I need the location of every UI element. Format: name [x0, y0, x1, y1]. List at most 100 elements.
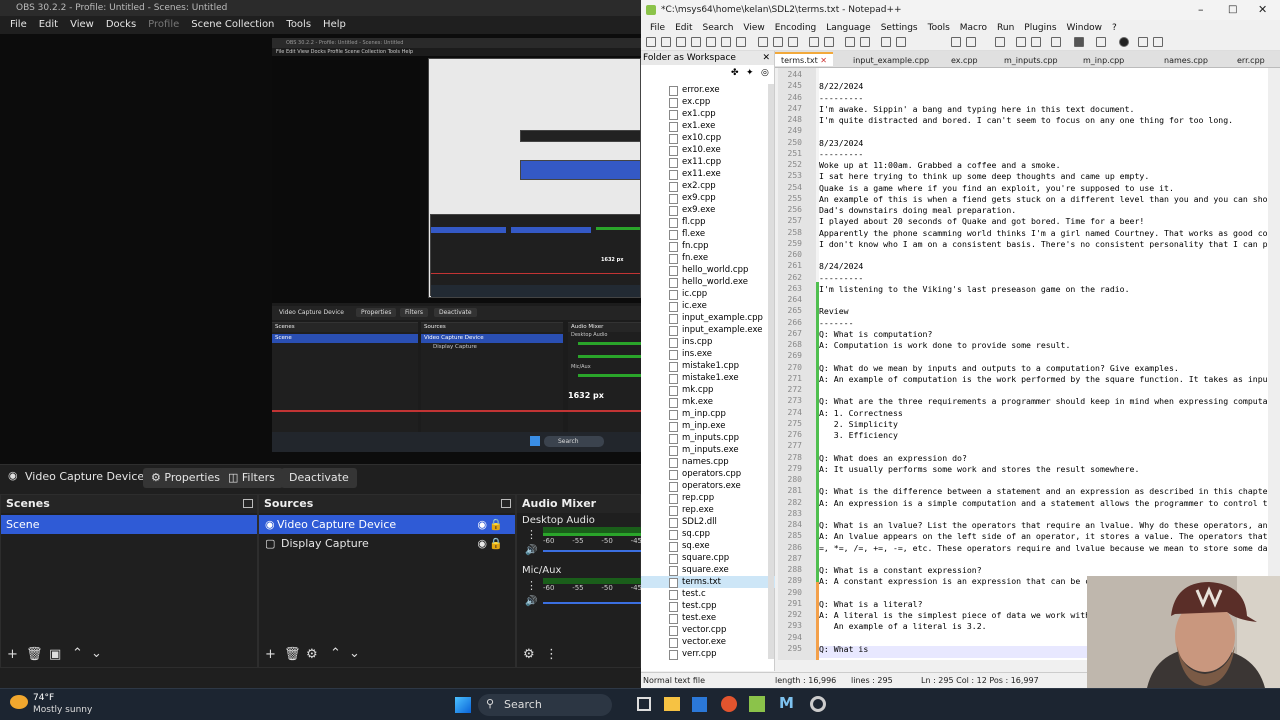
editor-line[interactable]: A: An example of computation is the work…: [819, 374, 1273, 384]
mic-volume-slider[interactable]: [543, 602, 641, 604]
editor-line[interactable]: A: An expression is a simple computation…: [819, 498, 1277, 508]
add-scene-icon[interactable]: +: [7, 647, 18, 662]
save-all-icon[interactable]: [691, 37, 701, 47]
menu-edit[interactable]: Edit: [33, 16, 64, 34]
tab-m-inputs[interactable]: m_inputs.cpp: [1004, 54, 1058, 68]
file-tree-item[interactable]: operators.cpp: [641, 468, 775, 480]
editor-line[interactable]: Q: What is an lvalue? List the operators…: [819, 520, 1273, 530]
cut-icon[interactable]: [758, 37, 768, 47]
file-tree-item[interactable]: mk.exe: [641, 396, 775, 408]
file-tree-item[interactable]: terms.txt: [641, 576, 775, 588]
file-tree-item[interactable]: operators.exe: [641, 480, 775, 492]
file-tree-item[interactable]: test.c: [641, 588, 775, 600]
file-tree-item[interactable]: sq.exe: [641, 540, 775, 552]
scene-filters-icon[interactable]: ▣: [49, 647, 61, 662]
properties-button[interactable]: ⚙ Properties: [143, 468, 228, 488]
editor-line[interactable]: A: An lvalue appears on the left side of…: [819, 531, 1277, 541]
kebab-menu-icon[interactable]: ⋮: [526, 528, 537, 541]
editor-line[interactable]: ---------: [819, 273, 863, 283]
file-tree-item[interactable]: vector.exe: [641, 636, 775, 648]
function-list-icon[interactable]: [1051, 37, 1061, 47]
open-file-icon[interactable]: [661, 37, 671, 47]
doc-map-icon[interactable]: [1031, 37, 1041, 47]
file-tree-item[interactable]: mistake1.cpp: [641, 360, 775, 372]
source-item-display-capture[interactable]: ▢ Display Capture ◉ 🔒: [259, 534, 515, 554]
indent-guide-icon[interactable]: [995, 37, 1005, 47]
close-icon[interactable]: ✕: [820, 56, 827, 65]
wrap-icon[interactable]: [951, 37, 961, 47]
tab-m-inp[interactable]: m_inp.cpp: [1083, 54, 1124, 68]
file-tree-item[interactable]: hello_world.cpp: [641, 264, 775, 276]
file-tree-item[interactable]: square.cpp: [641, 552, 775, 564]
file-tree-item[interactable]: square.exe: [641, 564, 775, 576]
gear-icon[interactable]: ⚙: [523, 647, 535, 662]
file-tree-item[interactable]: ex11.cpp: [641, 156, 775, 168]
task-view-icon[interactable]: [637, 697, 651, 711]
editor-line[interactable]: Q: What is computation?: [819, 329, 932, 339]
editor-line[interactable]: -------: [819, 318, 854, 328]
file-tree-item[interactable]: ic.cpp: [641, 288, 775, 300]
menu-docks[interactable]: Docks: [100, 16, 142, 34]
file-tree-scrollbar[interactable]: [768, 84, 774, 659]
visibility-eye-icon[interactable]: ◉: [477, 534, 487, 554]
file-tree-item[interactable]: verr.cpp: [641, 648, 775, 660]
editor-line[interactable]: Quake is a game where if you find an exp…: [819, 183, 1174, 193]
obs-icon[interactable]: [810, 696, 826, 712]
editor-line[interactable]: I'm quite distracted and bored. I can't …: [819, 115, 1233, 125]
file-tree-item[interactable]: ex9.exe: [641, 204, 775, 216]
menu-profile[interactable]: Profile: [142, 16, 185, 34]
file-tree-item[interactable]: test.cpp: [641, 600, 775, 612]
file-tree-item[interactable]: hello_world.exe: [641, 276, 775, 288]
lock-icon[interactable]: 🔒: [489, 515, 503, 534]
remove-source-icon[interactable]: 🗑: [284, 647, 301, 662]
editor-line[interactable]: I played about 20 seconds of Quake and g…: [819, 216, 1144, 226]
file-tree-item[interactable]: fl.cpp: [641, 216, 775, 228]
deactivate-button[interactable]: Deactivate: [281, 468, 357, 488]
file-explorer-icon[interactable]: [664, 697, 680, 711]
move-down-icon[interactable]: ⌄: [349, 646, 360, 661]
source-item-video-capture[interactable]: ◉ Video Capture Device ◉ 🔒: [259, 515, 515, 534]
zoom-out-icon[interactable]: [896, 37, 906, 47]
locate-file-icon[interactable]: ◎: [761, 68, 769, 78]
menu-scene-collection[interactable]: Scene Collection: [185, 16, 280, 34]
editor-scrollbar[interactable]: [1268, 68, 1280, 660]
file-tree-item[interactable]: input_example.cpp: [641, 312, 775, 324]
editor-line[interactable]: Q: What is a constant expression?: [819, 565, 982, 575]
editor-line[interactable]: I'm awake. Sippin' a bang and typing her…: [819, 104, 1134, 114]
editor-line[interactable]: 8/23/2024: [819, 138, 863, 148]
editor-line[interactable]: 8/24/2024: [819, 261, 863, 271]
speaker-icon[interactable]: 🔊: [525, 545, 537, 556]
file-tree-item[interactable]: m_inp.exe: [641, 420, 775, 432]
close-all-icon[interactable]: [721, 37, 731, 47]
file-tree-item[interactable]: rep.cpp: [641, 492, 775, 504]
file-tree-item[interactable]: m_inputs.exe: [641, 444, 775, 456]
firefox-icon[interactable]: [721, 696, 737, 712]
kebab-menu-icon[interactable]: ⋮: [545, 647, 558, 662]
file-tree-item[interactable]: mistake1.exe: [641, 372, 775, 384]
stop-macro-icon[interactable]: [1138, 37, 1148, 47]
source-properties-icon[interactable]: ⚙: [306, 647, 318, 662]
fold-all-icon[interactable]: ✦: [746, 68, 754, 78]
editor-line[interactable]: Q: What is a literal?: [819, 599, 923, 609]
maximize-icon[interactable]: □: [1228, 0, 1237, 20]
close-file-icon[interactable]: [706, 37, 716, 47]
file-tree-item[interactable]: rep.exe: [641, 504, 775, 516]
undock-icon[interactable]: [243, 499, 253, 508]
lock-icon[interactable]: 🔒: [489, 534, 503, 554]
file-tree-item[interactable]: ex9.cpp: [641, 192, 775, 204]
menu-help[interactable]: Help: [317, 16, 352, 34]
text-editor[interactable]: 244 245 8/22/2024 246 --------- 247 I'm awake.…: [778, 68, 1280, 660]
editor-line[interactable]: Q: What are the three requirements a pro…: [819, 396, 1277, 406]
unfold-all-icon[interactable]: ✤: [731, 68, 739, 78]
file-tree-item[interactable]: ex10.exe: [641, 144, 775, 156]
file-tree-item[interactable]: error.exe: [641, 84, 775, 96]
find-icon[interactable]: [845, 37, 855, 47]
save-icon[interactable]: [676, 37, 686, 47]
tab-names[interactable]: names.cpp: [1164, 54, 1208, 68]
editor-line[interactable]: ---------: [819, 149, 863, 159]
move-down-icon[interactable]: ⌄: [91, 646, 102, 661]
file-tree-item[interactable]: ex10.cpp: [641, 132, 775, 144]
file-tree-item[interactable]: fn.cpp: [641, 240, 775, 252]
editor-line[interactable]: Q: What is: [819, 644, 873, 654]
editor-line[interactable]: Q: What is the difference between a stat…: [819, 486, 1273, 496]
